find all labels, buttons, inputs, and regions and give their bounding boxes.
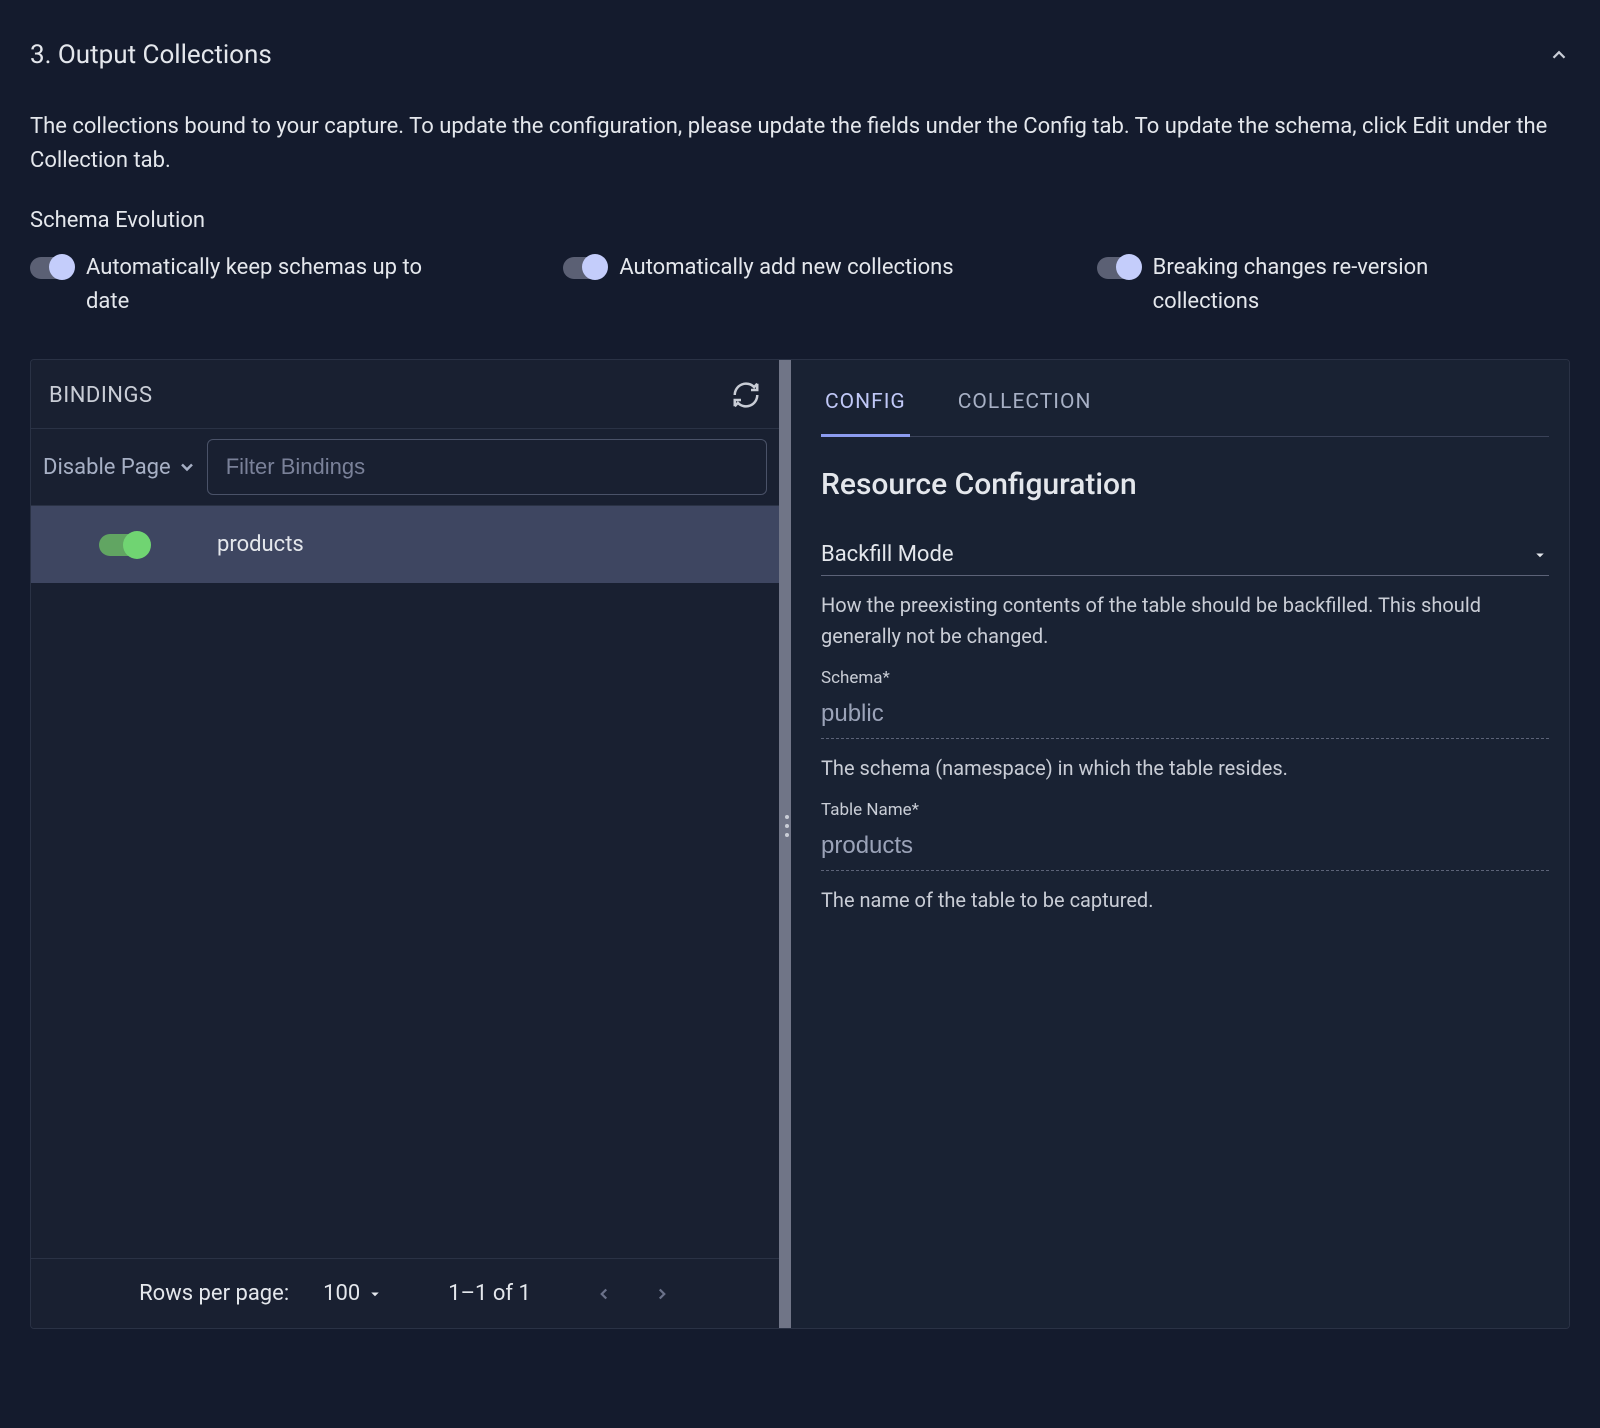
drag-handle-icon[interactable]: [785, 815, 789, 837]
rows-per-page-select[interactable]: 100: [323, 1281, 384, 1306]
caret-down-icon: [366, 1285, 384, 1303]
tab-config[interactable]: CONFIG: [821, 390, 910, 437]
chevron-up-icon[interactable]: [1548, 44, 1570, 66]
toggle-keep-schemas-label: Automatically keep schemas up to date: [86, 251, 446, 319]
backfill-mode-dropdown[interactable]: Backfill Mode: [821, 542, 1549, 576]
table-name-label: Table Name*: [821, 800, 1549, 820]
refresh-icon[interactable]: [731, 380, 761, 410]
page-range: 1–1 of 1: [448, 1281, 531, 1306]
disable-page-label: Disable Page: [43, 455, 171, 480]
rows-per-page-value: 100: [323, 1281, 360, 1306]
binding-enable-toggle[interactable]: [99, 534, 149, 556]
toggle-reversion-collections-label: Breaking changes re-version collections: [1153, 251, 1513, 319]
schema-field[interactable]: [821, 694, 1549, 739]
next-page-icon[interactable]: [653, 1285, 671, 1303]
section-title: 3. Output Collections: [30, 40, 272, 70]
prev-page-icon[interactable]: [595, 1285, 613, 1303]
table-name-help: The name of the table to be captured.: [821, 885, 1549, 916]
backfill-mode-label: Backfill Mode: [821, 542, 954, 567]
toggle-keep-schemas[interactable]: [30, 257, 72, 279]
toggle-add-collections[interactable]: [563, 257, 605, 279]
table-name-field[interactable]: [821, 826, 1549, 871]
schema-field-help: The schema (namespace) in which the tabl…: [821, 753, 1549, 784]
config-heading: Resource Configuration: [821, 467, 1549, 502]
disable-page-dropdown[interactable]: Disable Page: [43, 455, 197, 480]
binding-row[interactable]: products: [31, 506, 779, 583]
schema-evolution-title: Schema Evolution: [30, 208, 1570, 233]
backfill-mode-help: How the preexisting contents of the tabl…: [821, 590, 1549, 652]
filter-bindings-input[interactable]: [207, 439, 767, 495]
section-description: The collections bound to your capture. T…: [30, 110, 1570, 178]
toggle-reversion-collections[interactable]: [1097, 257, 1139, 279]
rows-per-page-label: Rows per page:: [139, 1281, 289, 1306]
schema-field-label: Schema*: [821, 668, 1549, 688]
binding-label: products: [217, 532, 304, 557]
bindings-header: BINDINGS: [49, 383, 153, 408]
chevron-down-icon: [177, 457, 197, 477]
toggle-add-collections-label: Automatically add new collections: [619, 251, 953, 285]
caret-down-icon: [1531, 546, 1549, 564]
tab-collection[interactable]: COLLECTION: [954, 390, 1096, 437]
